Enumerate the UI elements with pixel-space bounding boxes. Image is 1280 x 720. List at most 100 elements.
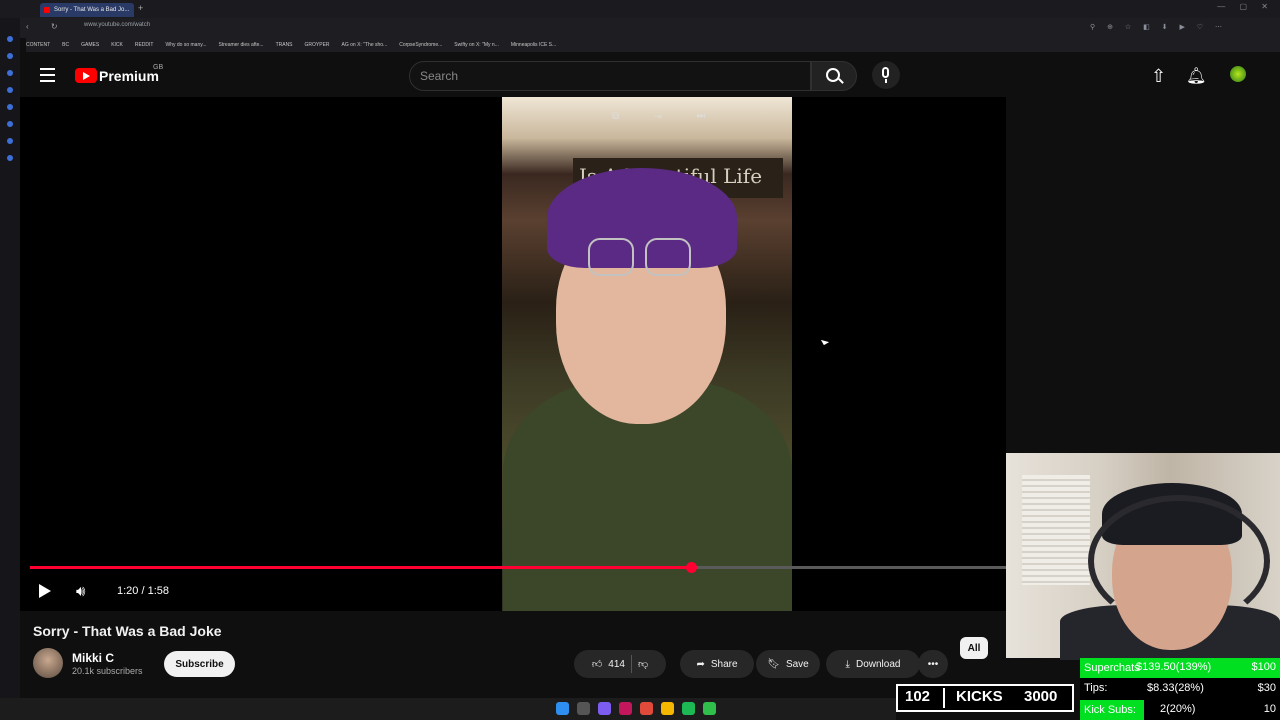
download-icon: ⤓ [845, 658, 850, 670]
account-avatar[interactable] [1230, 66, 1246, 82]
search-input[interactable] [409, 61, 811, 91]
goal-target: 10 [1263, 703, 1276, 715]
window-controls[interactable]: — ▢ ✕ [1217, 2, 1274, 11]
hamburger-menu-icon[interactable] [40, 68, 55, 86]
time-display: 1:20 / 1:58 [117, 585, 169, 597]
sidebar-app-icon[interactable] [7, 138, 13, 144]
browser-tab[interactable]: Sorry - That Was a Bad Jo... [40, 3, 134, 17]
browser-sidebar [0, 18, 20, 720]
bookmark-item[interactable]: GROYPER [305, 42, 330, 48]
progress-played [30, 566, 692, 569]
bookmark-item[interactable]: Streamer dies afte... [219, 42, 264, 48]
bookmark-item[interactable]: Minneapolis ICE S... [511, 42, 556, 48]
glasses-right [645, 238, 691, 276]
channel-avatar[interactable] [33, 648, 63, 678]
like-divider [630, 655, 632, 673]
kicks-label: KICKS [956, 688, 1003, 705]
glasses-left [588, 238, 634, 276]
sidebar-app-icon[interactable] [7, 53, 13, 59]
download-label: Download [855, 658, 901, 670]
region-label: GB [153, 64, 164, 71]
more-actions-button[interactable]: ••• [918, 650, 948, 678]
file-explorer-icon[interactable] [661, 702, 674, 715]
youtube-logo-icon[interactable] [75, 68, 97, 83]
goal-value: $8.33(28%) [1147, 682, 1204, 694]
sidebar-app-icon[interactable] [7, 104, 13, 110]
subscribe-button[interactable]: Subscribe [164, 651, 235, 677]
chrome-icon[interactable] [640, 702, 653, 715]
upload-icon[interactable]: ⇧ [1151, 66, 1166, 87]
sidebar-app-icon[interactable] [7, 36, 13, 42]
bookmark-item[interactable]: REDDIT [135, 42, 154, 48]
volume-icon[interactable]: 🔊︎ [76, 583, 85, 600]
new-tab-button[interactable]: + [138, 3, 143, 13]
play-icon[interactable] [39, 584, 51, 598]
more-icon: ••• [927, 658, 939, 670]
bookmark-item[interactable]: TRANS [276, 42, 293, 48]
share-label: Share [710, 658, 738, 670]
sidebar-app-icon[interactable] [7, 87, 13, 93]
microphone-icon[interactable] [872, 61, 900, 89]
taskbar-icons [556, 702, 716, 715]
tab-title: Sorry - That Was a Bad Jo... [54, 7, 130, 13]
discord-icon[interactable] [598, 702, 611, 715]
goal-label: Tips: [1084, 682, 1108, 694]
bookmark-item[interactable]: Why do so many... [165, 42, 206, 48]
taskbar-search-icon[interactable] [577, 702, 590, 715]
channel-name[interactable]: Mikki C [72, 651, 114, 665]
youtube-favicon-icon [44, 7, 50, 13]
goal-target: $100 [1251, 661, 1276, 673]
miniplayer-controls[interactable]: ⧉ ⇥ ⏭ [612, 111, 721, 122]
address-bar [0, 18, 1280, 38]
share-icon: ➦ [696, 658, 705, 670]
extension-icons[interactable]: ⚲ ⊕ ☆ ◧ ⬇ ▶ ♡ ⋯ [1090, 23, 1227, 31]
goal-value: $139.50(139%) [1136, 661, 1212, 673]
webcam-window-blind [1022, 475, 1090, 585]
share-button[interactable]: ➦ Share [680, 650, 754, 678]
app-icon[interactable] [619, 702, 632, 715]
progress-scrubber[interactable] [685, 562, 697, 573]
bookmark-item[interactable]: CONTENT [26, 42, 50, 48]
premium-wordmark[interactable]: Premium [99, 68, 159, 84]
goal-label: Kick Subs: [1080, 700, 1144, 720]
bookmark-item[interactable]: Swifty on X: "My n... [454, 42, 499, 48]
kicks-goal: 3000 [1024, 688, 1058, 705]
sidebar-app-icon[interactable] [7, 155, 13, 161]
browser-tab-bar [0, 0, 1280, 18]
video-title: Sorry - That Was a Bad Joke [33, 623, 222, 639]
search-icon [826, 68, 840, 82]
kicks-separator [943, 688, 945, 708]
sidebar-app-icon[interactable] [7, 121, 13, 127]
bookmark-item[interactable]: AG on X: "The sho... [342, 42, 388, 48]
bookmark-item[interactable]: BC [62, 42, 69, 48]
subscriber-count: 20.1k subscribers [72, 666, 143, 676]
like-icon[interactable]: 👍︎ [592, 658, 602, 670]
windows-taskbar [0, 698, 896, 720]
like-dislike-group: 👍︎ 414 👎︎ [574, 650, 666, 678]
bookmark-item[interactable]: KICK [111, 42, 123, 48]
bookmark-icon: 🔖︎ [767, 658, 780, 670]
sidebar-app-icon[interactable] [7, 70, 13, 76]
save-label: Save [785, 658, 809, 670]
like-count[interactable]: 414 [608, 659, 625, 670]
notifications-bell-icon[interactable]: 🔔︎ [1186, 66, 1206, 86]
url-field[interactable]: www.youtube.com/watch [84, 22, 150, 28]
goal-target: $30 [1257, 682, 1276, 694]
download-button[interactable]: ⤓ Download [826, 650, 920, 678]
webcam-headphones [1088, 495, 1270, 627]
video-person-hat [547, 168, 737, 268]
windows-start-icon[interactable] [556, 702, 569, 715]
bookmark-item[interactable]: CorpseSyndrome... [399, 42, 442, 48]
xbox-icon[interactable] [703, 702, 716, 715]
nav-buttons[interactable]: ‹ ↻ [26, 22, 68, 31]
goal-value: 2(20%) [1160, 703, 1196, 715]
kicks-count: 102 [905, 688, 931, 705]
goal-label: Superchats [1080, 658, 1144, 678]
bookmark-item[interactable]: GAMES [81, 42, 99, 48]
bookmarks-bar: CONTENT BC GAMES KICK REDDIT Why do so m… [26, 38, 1280, 52]
filter-chip-all[interactable]: All [960, 637, 988, 659]
spotify-icon[interactable] [682, 702, 695, 715]
search-placeholder: Search [420, 69, 459, 83]
dislike-icon[interactable]: 👎︎ [638, 658, 648, 670]
save-button[interactable]: 🔖︎ Save [756, 650, 820, 678]
